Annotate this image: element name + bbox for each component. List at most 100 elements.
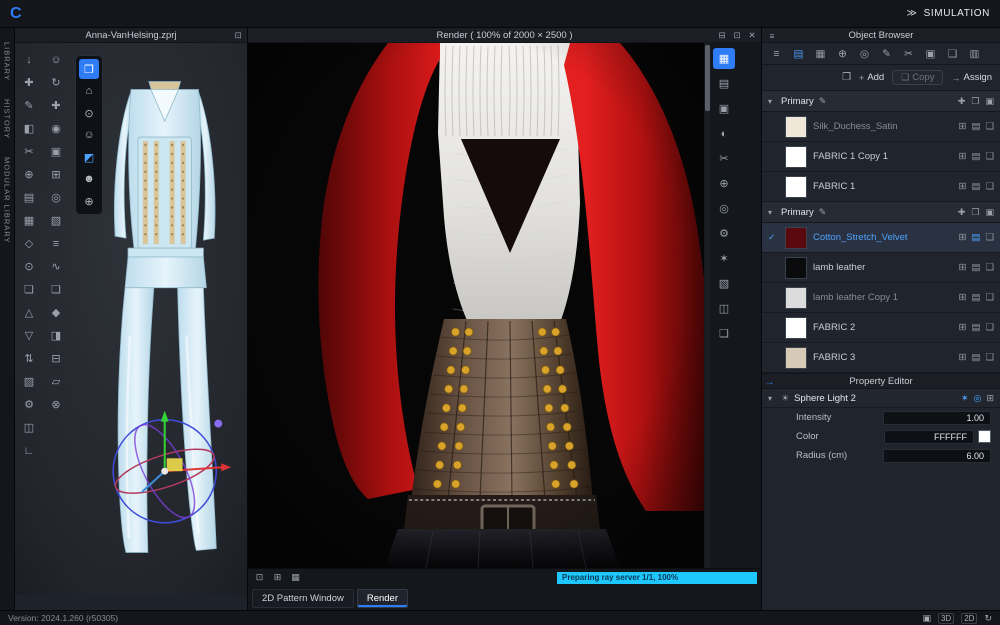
- assign-button[interactable]: → Assign: [951, 72, 992, 83]
- property-value-field[interactable]: 1.00: [883, 410, 991, 425]
- duplicate-tool-icon[interactable]: ❏: [45, 279, 67, 300]
- duplicate-icon[interactable]: ❏: [985, 262, 994, 273]
- menu-icon[interactable]: ≡: [766, 45, 787, 63]
- fabric-swatch[interactable]: [785, 316, 807, 339]
- left-rail-tab-modular-library[interactable]: MODULAR LIBRARY: [3, 157, 12, 244]
- add-object-icon[interactable]: ⊕: [832, 45, 853, 63]
- render-scrollbar[interactable]: [705, 43, 710, 568]
- render-crop-icon[interactable]: ✂: [713, 148, 735, 169]
- tab-render[interactable]: Render: [356, 589, 409, 608]
- hatch-tool-icon[interactable]: ▧: [45, 210, 67, 231]
- render-image[interactable]: [248, 43, 704, 568]
- avatar-tool-icon[interactable]: ☺: [45, 49, 67, 70]
- add-colorway-icon[interactable]: ⊞: [959, 262, 967, 273]
- left-rail-tab-history[interactable]: HISTORY: [3, 99, 12, 139]
- fabric-row[interactable]: Silk_Duchess_Satin ⊞ ▤ ❏: [762, 112, 1000, 142]
- transform-tool-icon[interactable]: ✚: [45, 95, 67, 116]
- render-shading-icon[interactable]: ◐: [713, 123, 735, 144]
- properties-icon[interactable]: ▤: [971, 262, 980, 273]
- tab-2d-pattern-window[interactable]: 2D Pattern Window: [252, 589, 354, 608]
- edit-group-icon[interactable]: ✎: [819, 96, 827, 107]
- mesh-tool-icon[interactable]: ▨: [18, 371, 40, 392]
- grid-icon[interactable]: ▥: [964, 45, 985, 63]
- add-panel-tool-icon[interactable]: ⊞: [45, 164, 67, 185]
- fabric-row[interactable]: ✓ Cotton_Stretch_Velvet ⊞ ▤ ❏: [762, 223, 1000, 253]
- box-icon[interactable]: ▣: [920, 45, 941, 63]
- measure-tool-icon[interactable]: ∟: [18, 440, 40, 461]
- add-point-tool-icon[interactable]: ⊕: [18, 164, 40, 185]
- fabric-group-row[interactable]: ▾ Primary ✎ ✚ ❒ ▣: [762, 202, 1000, 223]
- half-tool-icon[interactable]: ◨: [45, 325, 67, 346]
- fabric-swatch[interactable]: [785, 286, 807, 309]
- add-section-icon[interactable]: ✚: [958, 96, 966, 107]
- dock-window-icon[interactable]: ⊟: [716, 30, 728, 41]
- add-colorway-icon[interactable]: ⊞: [959, 121, 967, 132]
- add-colorway-icon[interactable]: ⊞: [959, 181, 967, 192]
- fabric-list-icon[interactable]: ▤: [788, 45, 809, 63]
- add-section-icon[interactable]: ✚: [958, 207, 966, 218]
- fabric-swatch[interactable]: [785, 115, 807, 138]
- render-frame-icon[interactable]: ▣: [713, 98, 735, 119]
- fabric-swatch[interactable]: [785, 346, 807, 369]
- swap-tool-icon[interactable]: ⇅: [18, 348, 40, 369]
- fabric-row[interactable]: lamb leather Copy 1 ⊞ ▤ ❏: [762, 283, 1000, 313]
- property-value-field[interactable]: 6.00: [883, 448, 991, 463]
- simulation-control[interactable]: ≫ SIMULATION: [907, 8, 990, 19]
- point-tool-icon[interactable]: ◉: [45, 118, 67, 139]
- fabric-group-row[interactable]: ▾ Primary ✎ ✚ ❒ ▣: [762, 91, 1000, 112]
- add-colorway-icon[interactable]: ⊞: [959, 292, 967, 303]
- gizmo-cube-icon[interactable]: ❒: [79, 59, 99, 79]
- scissors-tool-icon[interactable]: ✂: [18, 141, 40, 162]
- fabric-row[interactable]: FABRIC 3 ⊞ ▤ ❏: [762, 343, 1000, 373]
- badge-3d[interactable]: 3D: [937, 612, 955, 624]
- grid-view-icon[interactable]: ▦: [288, 571, 303, 585]
- box-tool-icon[interactable]: ▣: [45, 141, 67, 162]
- sewing-tool-icon[interactable]: △: [18, 302, 40, 323]
- edit-icon[interactable]: ✎: [876, 45, 897, 63]
- mannequin-display-icon[interactable]: ☻: [79, 169, 99, 189]
- garment-display-icon[interactable]: ◩: [79, 147, 99, 167]
- duplicate-icon[interactable]: ❏: [985, 292, 994, 303]
- tape-tool-icon[interactable]: ⊟: [45, 348, 67, 369]
- render-add-icon[interactable]: ⊕: [713, 173, 735, 194]
- caret-down-icon[interactable]: ▾: [768, 394, 776, 403]
- badge-2d[interactable]: 2D: [961, 612, 978, 624]
- scrollbar-thumb[interactable]: [705, 45, 710, 111]
- 3d-viewport[interactable]: ↓ ✚ ✎ ◧ ✂ ⊕ ▤ ▦ ◇ ⊙ ❏ △ ▽ ⇅ ▨ ⚙ ◫ ∟ ☺ ↻ ✚ ◉ ▣ ⊞ ◎ ▧ ≡ ∿ ❏ ◆ ◨ ⊟ ▱ ⊗ ❒ ⌂ ⊙ ☺…: [15, 43, 247, 610]
- duplicate-icon[interactable]: ❏: [985, 232, 994, 243]
- fabric-swatch[interactable]: [785, 145, 807, 168]
- zoom-actual-icon[interactable]: ⊡: [252, 571, 267, 585]
- render-visibility-icon[interactable]: ◎: [974, 393, 982, 404]
- copy-object-icon[interactable]: ❏: [942, 45, 963, 63]
- gear-tool-icon[interactable]: ⚙: [18, 394, 40, 415]
- render-settings-icon[interactable]: ⚙: [713, 223, 735, 244]
- list-tool-icon[interactable]: ≡: [45, 233, 67, 254]
- shape-tool-icon[interactable]: ◇: [18, 233, 40, 254]
- environment-display-icon[interactable]: ⊕: [79, 191, 99, 211]
- texture-checker-icon[interactable]: ▦: [810, 45, 831, 63]
- fabric-swatch[interactable]: [785, 256, 807, 279]
- render-light-icon[interactable]: ✶: [713, 248, 735, 269]
- duplicate-icon[interactable]: ❏: [985, 151, 994, 162]
- fabric-row[interactable]: lamb leather ⊞ ▤ ❏: [762, 253, 1000, 283]
- add-button[interactable]: + Add: [859, 72, 884, 83]
- duplicate-icon[interactable]: ❏: [985, 322, 994, 333]
- fabric-row[interactable]: FABRIC 1 ⊞ ▤ ❏: [762, 172, 1000, 202]
- add-colorway-icon[interactable]: ⊞: [959, 352, 967, 363]
- edit-group-icon[interactable]: ✎: [819, 207, 827, 218]
- copy-tool-icon[interactable]: ❏: [18, 279, 40, 300]
- fabric-row[interactable]: FABRIC 2 ⊞ ▤ ❏: [762, 313, 1000, 343]
- add-colorway-icon[interactable]: ⊞: [959, 322, 967, 333]
- duplicate-icon[interactable]: ❏: [985, 181, 994, 192]
- property-value-field[interactable]: FFFFFF: [884, 429, 974, 444]
- layout-tool-icon[interactable]: ◫: [18, 417, 40, 438]
- steam-tool-icon[interactable]: ▱: [45, 371, 67, 392]
- render-copy-icon[interactable]: ❏: [713, 323, 735, 344]
- properties-icon[interactable]: ▤: [971, 292, 980, 303]
- caret-down-icon[interactable]: ▾: [768, 97, 776, 106]
- color-swatch[interactable]: [978, 430, 991, 443]
- fabric-row[interactable]: FABRIC 1 Copy 1 ⊞ ▤ ❏: [762, 142, 1000, 172]
- folder-icon[interactable]: ❒: [971, 207, 979, 218]
- caret-down-icon[interactable]: ▾: [768, 208, 776, 217]
- properties-icon[interactable]: ▤: [971, 322, 980, 333]
